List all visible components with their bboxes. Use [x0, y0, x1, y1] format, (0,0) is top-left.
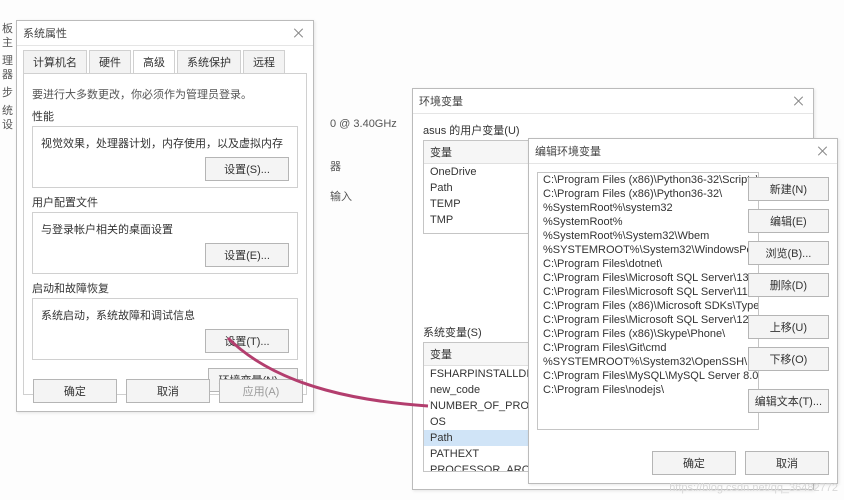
- tab-advanced[interactable]: 高级: [133, 50, 175, 73]
- apply-button[interactable]: 应用(A): [219, 379, 303, 403]
- profile-group-title: 用户配置文件: [32, 194, 298, 210]
- list-item[interactable]: %SYSTEMROOT%\System32\OpenSSH\: [538, 355, 758, 369]
- tab-protection[interactable]: 系统保护: [177, 50, 241, 73]
- title: 编辑环境变量: [535, 143, 815, 159]
- ok-button[interactable]: 确定: [33, 379, 117, 403]
- background-info: 0 @ 3.40GHz 器 输入: [330, 118, 397, 204]
- titlebar[interactable]: 系统属性: [17, 21, 313, 46]
- new-button[interactable]: 新建(N): [748, 177, 829, 201]
- list-item[interactable]: %SYSTEMROOT%\System32\WindowsPowerShell\…: [538, 243, 758, 257]
- startup-desc: 系统启动，系统故障和调试信息: [41, 307, 289, 323]
- perf-desc: 视觉效果，处理器计划，内存使用，以及虚拟内存: [41, 135, 289, 151]
- delete-button[interactable]: 删除(D): [748, 273, 829, 297]
- list-item[interactable]: C:\Program Files\nodejs\: [538, 383, 758, 397]
- close-icon[interactable]: [815, 143, 831, 159]
- dialog-buttons: 确定 取消 应用(A): [27, 379, 303, 403]
- list-item[interactable]: %SystemRoot%: [538, 215, 758, 229]
- titlebar[interactable]: 编辑环境变量: [529, 139, 837, 164]
- system-properties-dialog: 系统属性 计算机名 硬件 高级 系统保护 远程 要进行大多数更改，你必须作为管理…: [16, 20, 314, 412]
- path-list[interactable]: C:\Program Files (x86)\Python36-32\Scrip…: [537, 172, 759, 430]
- browse-button[interactable]: 浏览(B)...: [748, 241, 829, 265]
- list-item[interactable]: C:\Program Files\dotnet\: [538, 257, 758, 271]
- close-icon[interactable]: [791, 93, 807, 109]
- dialog-buttons: 确定 取消: [646, 451, 829, 475]
- user-vars-label: asus 的用户变量(U): [423, 122, 803, 138]
- title: 环境变量: [419, 93, 791, 109]
- edit-button[interactable]: 编辑(E): [748, 209, 829, 233]
- cancel-button[interactable]: 取消: [745, 451, 829, 475]
- move-down-button[interactable]: 下移(O): [748, 347, 829, 371]
- list-item[interactable]: C:\Program Files\Microsoft SQL Server\11…: [538, 285, 758, 299]
- tab-strip: 计算机名 硬件 高级 系统保护 远程: [17, 46, 313, 73]
- list-item[interactable]: C:\Program Files\MySQL\MySQL Server 8.0\…: [538, 369, 758, 383]
- watermark: https://blog.csdn.net/qq_36482772: [669, 482, 838, 494]
- close-icon[interactable]: [291, 25, 307, 41]
- list-item[interactable]: C:\Program Files\Git\cmd: [538, 341, 758, 355]
- profile-settings-button[interactable]: 设置(E)...: [205, 243, 289, 267]
- tab-remote[interactable]: 远程: [243, 50, 285, 73]
- list-item[interactable]: C:\Program Files (x86)\Python36-32\Scrip…: [538, 173, 758, 187]
- list-item[interactable]: %SystemRoot%\system32: [538, 201, 758, 215]
- cancel-button[interactable]: 取消: [126, 379, 210, 403]
- list-item[interactable]: C:\Program Files (x86)\Python36-32\: [538, 187, 758, 201]
- tab-hardware[interactable]: 硬件: [89, 50, 131, 73]
- edit-env-var-dialog: 编辑环境变量 C:\Program Files (x86)\Python36-3…: [528, 138, 838, 484]
- profile-desc: 与登录帐户相关的桌面设置: [41, 221, 289, 237]
- move-up-button[interactable]: 上移(U): [748, 315, 829, 339]
- tab-advanced-panel: 要进行大多数更改，你必须作为管理员登录。 性能 视觉效果，处理器计划，内存使用，…: [23, 73, 307, 395]
- ok-button[interactable]: 确定: [652, 451, 736, 475]
- titlebar[interactable]: 环境变量: [413, 89, 813, 114]
- admin-note: 要进行大多数更改，你必须作为管理员登录。: [32, 86, 298, 102]
- list-item[interactable]: C:\Program Files\Microsoft SQL Server\13…: [538, 271, 758, 285]
- title: 系统属性: [23, 25, 291, 41]
- list-item[interactable]: C:\Program Files\Microsoft SQL Server\12…: [538, 313, 758, 327]
- startup-group-title: 启动和故障恢复: [32, 280, 298, 296]
- startup-settings-button[interactable]: 设置(T)...: [205, 329, 289, 353]
- edit-text-button[interactable]: 编辑文本(T)...: [748, 389, 829, 413]
- list-item[interactable]: %SystemRoot%\System32\Wbem: [538, 229, 758, 243]
- tab-computer-name[interactable]: 计算机名: [23, 50, 87, 73]
- perf-settings-button[interactable]: 设置(S)...: [205, 157, 289, 181]
- side-buttons: 新建(N) 编辑(E) 浏览(B)... 删除(D) 上移(U) 下移(O) 编…: [748, 177, 829, 413]
- list-item[interactable]: C:\Program Files (x86)\Skype\Phone\: [538, 327, 758, 341]
- list-item[interactable]: C:\Program Files (x86)\Microsoft SDKs\Ty…: [538, 299, 758, 313]
- perf-group-title: 性能: [32, 108, 298, 124]
